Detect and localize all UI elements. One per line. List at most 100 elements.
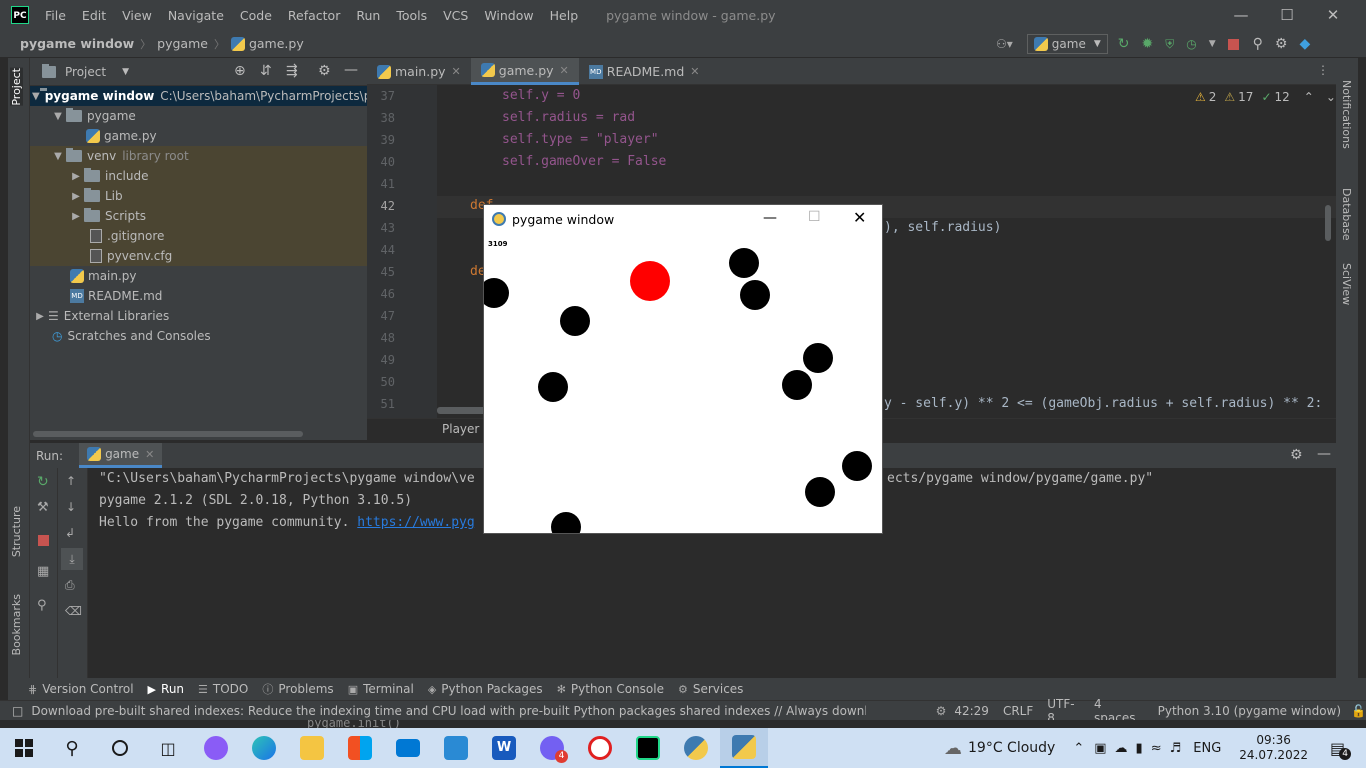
tab-todo[interactable]: ☰ TODO [198, 682, 248, 696]
menu-help[interactable]: Help [542, 8, 587, 23]
close-icon[interactable]: ✕ [560, 64, 569, 77]
rerun-icon[interactable]: ↻ [1118, 36, 1130, 52]
wifi-icon[interactable]: ≈ [1151, 741, 1162, 756]
print-icon[interactable]: ⎙ [65, 578, 75, 593]
vertical-scrollbar[interactable] [1325, 205, 1331, 241]
user-icon[interactable]: ⚇▾ [996, 37, 1013, 51]
locate-icon[interactable]: ⊕ [234, 63, 246, 79]
weather-text[interactable]: 19°C Cloudy [968, 740, 1055, 756]
tree-item-gitignore[interactable]: .gitignore [30, 226, 367, 246]
trash-icon[interactable]: ⌫ [65, 604, 82, 618]
battery-icon[interactable]: ▮ [1136, 741, 1143, 756]
stop-icon[interactable] [38, 535, 49, 546]
horizontal-scrollbar[interactable] [437, 407, 487, 414]
viber-icon[interactable]: 4 [528, 728, 576, 768]
language-indicator[interactable]: ENG [1193, 741, 1221, 756]
tab-notifications[interactable]: Notifications [1340, 80, 1353, 149]
menu-navigate[interactable]: Navigate [160, 8, 232, 23]
cortana-icon[interactable] [96, 728, 144, 768]
close-icon[interactable]: ✕ [690, 65, 699, 78]
tree-item-external-libraries[interactable]: ▶ ☰ External Libraries [30, 306, 367, 326]
tree-item-scripts[interactable]: ▶ Scripts [30, 206, 367, 226]
pygame-window[interactable]: pygame window — ☐ ✕ 3109 [483, 204, 883, 534]
close-icon[interactable]: ✕ [145, 448, 154, 461]
prev-highlight-icon[interactable]: ⌃ [1304, 90, 1314, 104]
breadcrumb-file[interactable]: game.py [249, 36, 304, 51]
tree-item-lib[interactable]: ▶ Lib [30, 186, 367, 206]
start-button[interactable] [0, 728, 48, 768]
minimize-button[interactable]: — [1218, 0, 1264, 30]
task-view-icon[interactable]: ◫ [144, 728, 192, 768]
project-panel-title[interactable]: Project [65, 65, 106, 79]
chevron-up-icon[interactable]: ⌃ [1073, 741, 1084, 756]
yandex-browser-icon[interactable] [576, 728, 624, 768]
down-arrow-icon[interactable]: ↓ [66, 500, 76, 514]
maximize-button[interactable]: ☐ [1264, 0, 1310, 30]
collapse-all-icon[interactable]: ⇶ [286, 63, 298, 79]
run-config-select[interactable]: game ▼ [1026, 34, 1108, 54]
tab-python-packages[interactable]: ◈ Python Packages [428, 682, 543, 696]
notification-center-icon[interactable]: ▤ 4 [1330, 739, 1352, 760]
tree-item-game-py[interactable]: game.py [30, 126, 367, 146]
store-icon[interactable] [336, 728, 384, 768]
status-message[interactable]: Download pre-built shared indexes: Reduc… [31, 704, 865, 718]
scroll-to-end-icon[interactable]: ⤓ [61, 548, 83, 570]
menu-edit[interactable]: Edit [74, 8, 114, 23]
search-icon[interactable]: ⚲ [1253, 36, 1263, 52]
breadcrumb-project[interactable]: pygame window [20, 36, 134, 51]
indexing-icon[interactable]: ⚙ [936, 704, 947, 718]
stop-icon[interactable] [1227, 38, 1239, 50]
close-button[interactable]: ✕ [853, 208, 866, 227]
settings-icon[interactable]: ⚙ [1275, 36, 1288, 52]
chevron-down-icon[interactable]: ▼ [122, 67, 129, 77]
menu-code[interactable]: Code [232, 8, 280, 23]
tab-database[interactable]: Database [1340, 188, 1353, 241]
tab-project[interactable]: Project [10, 68, 23, 106]
pycharm-taskbar-icon[interactable] [624, 728, 672, 768]
tab-game-py[interactable]: game.py ✕ [470, 58, 579, 85]
python-interpreter[interactable]: Python 3.10 (pygame window) [1158, 704, 1341, 718]
layout-icon[interactable]: ▦ [37, 564, 49, 579]
tree-item-pygame[interactable]: ▼ pygame [30, 106, 367, 126]
breadcrumb-folder[interactable]: pygame [157, 36, 208, 51]
menu-run[interactable]: Run [348, 8, 388, 23]
debug-icon[interactable]: ✹ [1141, 36, 1153, 52]
mail-icon[interactable] [384, 728, 432, 768]
pygame-titlebar[interactable]: pygame window — ☐ ✕ [484, 205, 882, 233]
pygame-taskbar-icon[interactable] [720, 728, 768, 768]
gear-icon[interactable]: ⚙ [1290, 447, 1303, 463]
tree-item-root[interactable]: ▼ pygame window C:\Users\baham\PycharmPr… [30, 86, 367, 106]
maximize-button[interactable]: ☐ [808, 209, 821, 225]
tab-readme[interactable]: MD README.md ✕ [579, 58, 710, 85]
volume-icon[interactable]: ♬ [1170, 741, 1182, 756]
tab-services[interactable]: ⚙ Services [678, 682, 743, 696]
menu-file[interactable]: File [37, 8, 74, 23]
vpn-icon[interactable]: ☁ [1115, 741, 1128, 756]
lock-icon[interactable]: 🔓 [1351, 704, 1366, 718]
remote-desktop-icon[interactable] [432, 728, 480, 768]
game-canvas[interactable]: 3109 [484, 233, 882, 533]
tree-item-venv[interactable]: ▼ venv library root [30, 146, 367, 166]
menu-vcs[interactable]: VCS [435, 8, 476, 23]
menu-view[interactable]: View [114, 8, 160, 23]
expand-all-icon[interactable]: ⇵ [260, 63, 272, 79]
tab-structure[interactable]: Structure [10, 506, 23, 557]
tab-version-control[interactable]: ⋕ Version Control [28, 682, 134, 696]
tree-item-pyvenv-cfg[interactable]: pyvenv.cfg [30, 246, 367, 266]
close-button[interactable]: ✕ [1310, 0, 1356, 30]
editor-breadcrumb[interactable]: Player [442, 422, 479, 436]
hide-panel-icon[interactable]: — [344, 62, 358, 78]
tab-bookmarks[interactable]: Bookmarks [10, 594, 23, 655]
tree-item-scratches[interactable]: ◷ Scratches and Consoles [30, 326, 367, 346]
tab-problems[interactable]: ⓘ Problems [262, 681, 333, 697]
profile-icon[interactable]: ◷ [1186, 37, 1196, 51]
menu-window[interactable]: Window [476, 8, 541, 23]
toolbox-icon[interactable]: ◆ [1299, 36, 1310, 52]
rerun-icon[interactable]: ↻ [37, 474, 49, 490]
more-tabs-icon[interactable]: ⋮ [1317, 63, 1329, 77]
hide-panel-icon[interactable]: — [1317, 446, 1331, 462]
pin-icon[interactable]: ⚲ [37, 598, 47, 613]
wrench-icon[interactable]: ⚒ [37, 500, 49, 515]
tray-icon[interactable]: ▣ [1094, 741, 1106, 756]
pygame-link[interactable]: https://www.pyg [357, 515, 474, 530]
